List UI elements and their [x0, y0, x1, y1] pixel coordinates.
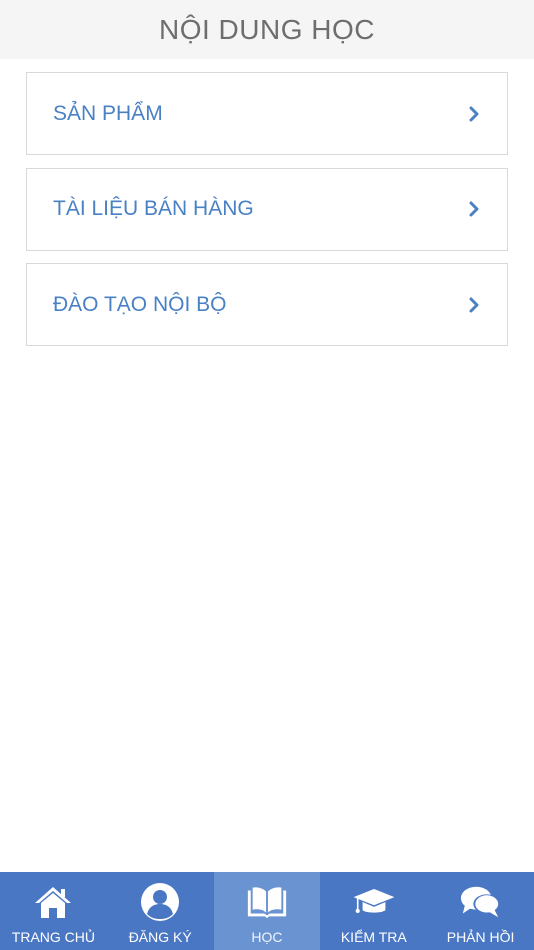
chevron-right-icon — [467, 200, 481, 218]
tab-label: TRANG CHỦ — [11, 929, 96, 945]
tab-kiem-tra[interactable]: KIỂM TRA — [320, 872, 427, 950]
content-menu-list: SẢN PHẨM TÀI LIỆU BÁN HÀNG ĐÀO TẠO NỘI B… — [26, 72, 508, 359]
chat-bubbles-icon — [459, 880, 503, 924]
tab-dang-ky[interactable]: ĐĂNG KÝ — [107, 872, 214, 950]
menu-item-label: SẢN PHẨM — [53, 101, 163, 125]
menu-item-san-pham[interactable]: SẢN PHẨM — [26, 72, 508, 155]
tab-label: PHẢN HỒI — [446, 929, 515, 945]
page-title: NỘI DUNG HỌC — [159, 13, 375, 45]
menu-item-label: ĐÀO TẠO NỘI BỘ — [53, 292, 227, 316]
book-icon — [245, 880, 289, 924]
menu-item-dao-tao-noi-bo[interactable]: ĐÀO TẠO NỘI BỘ — [26, 263, 508, 346]
tab-trang-chu[interactable]: TRANG CHỦ — [0, 872, 107, 950]
bottom-tab-bar: TRANG CHỦ ĐĂNG KÝ HỌC KIỂM TRA PHẢN HỒI — [0, 872, 534, 950]
app-screen: NỘI DUNG HỌC SẢN PHẨM TÀI LIỆU BÁN HÀNG … — [0, 0, 534, 950]
user-icon — [138, 880, 182, 924]
chevron-right-icon — [467, 105, 481, 123]
tab-hoc[interactable]: HỌC — [213, 872, 321, 950]
header-bar: NỘI DUNG HỌC — [0, 0, 534, 59]
chevron-right-icon — [467, 296, 481, 314]
menu-item-tai-lieu-ban-hang[interactable]: TÀI LIỆU BÁN HÀNG — [26, 167, 508, 251]
home-icon — [31, 880, 75, 924]
tab-label: KIỂM TRA — [340, 929, 407, 945]
tab-label: HỌC — [251, 929, 283, 945]
graduation-cap-icon — [352, 880, 396, 924]
menu-item-label: TÀI LIỆU BÁN HÀNG — [53, 197, 254, 220]
tab-label: ĐĂNG KÝ — [128, 929, 192, 945]
tab-phan-hoi[interactable]: PHẢN HỒI — [427, 872, 534, 950]
